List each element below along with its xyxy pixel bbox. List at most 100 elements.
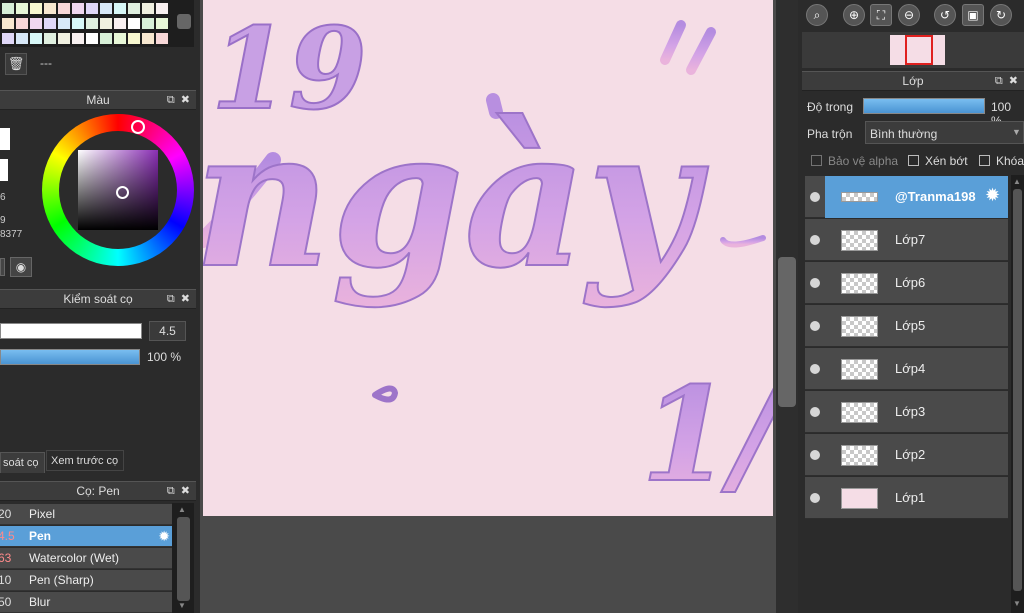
palette-swatch[interactable] bbox=[142, 18, 154, 29]
primary-color-swatch[interactable] bbox=[0, 128, 10, 150]
palette-swatch[interactable] bbox=[30, 18, 42, 29]
palette-swatch[interactable] bbox=[86, 33, 98, 44]
brush-list-scrollbar[interactable]: ▲ ▼ bbox=[172, 503, 194, 613]
color-handle[interactable] bbox=[116, 186, 129, 199]
palette-swatch[interactable] bbox=[44, 33, 56, 44]
palette-swatch[interactable] bbox=[86, 18, 98, 29]
layer-item[interactable]: Lớp7 bbox=[805, 219, 1008, 261]
palette-swatch[interactable] bbox=[156, 3, 168, 14]
layer-item[interactable]: Lớp4 bbox=[805, 348, 1008, 390]
visibility-icon[interactable] bbox=[810, 192, 820, 202]
close-icon[interactable]: ✖ bbox=[1009, 75, 1018, 87]
zoom-out-icon[interactable]: ⊖ bbox=[898, 4, 920, 26]
popout-icon[interactable]: ⧉ bbox=[167, 485, 175, 497]
palette-swatch[interactable] bbox=[16, 33, 28, 44]
palette-swatch[interactable] bbox=[16, 18, 28, 29]
brush-item-selected[interactable]: 4.5 Pen ✹ bbox=[0, 526, 172, 547]
palette-swatch[interactable] bbox=[58, 18, 70, 29]
palette-swatch[interactable] bbox=[30, 3, 42, 14]
eyedropper-button[interactable] bbox=[0, 258, 5, 276]
layer-list-scrollbar[interactable]: ▲ ▼ bbox=[1011, 175, 1024, 613]
zoom-fit-icon[interactable]: ⌕ bbox=[806, 4, 828, 26]
brush-item[interactable]: 63 Watercolor (Wet) bbox=[0, 548, 172, 569]
palette-swatch[interactable] bbox=[2, 18, 14, 29]
blend-mode-select[interactable]: Bình thường ▼ bbox=[865, 121, 1024, 144]
visibility-icon[interactable] bbox=[810, 450, 820, 460]
popout-icon[interactable]: ⧉ bbox=[995, 75, 1003, 87]
layer-item-selected[interactable]: @Tranma198 ✹ bbox=[805, 176, 1008, 218]
palette-scrollbar[interactable] bbox=[172, 0, 194, 47]
canvas-scrollbar[interactable] bbox=[776, 0, 798, 613]
color-wheel[interactable] bbox=[42, 114, 194, 266]
visibility-icon[interactable] bbox=[810, 235, 820, 245]
fit-screen-icon[interactable]: ⛶ bbox=[870, 4, 892, 26]
palette-swatch[interactable] bbox=[114, 33, 126, 44]
rotate-left-icon[interactable]: ↺ bbox=[934, 4, 956, 26]
protect-alpha-checkbox[interactable] bbox=[811, 155, 822, 166]
palette-swatch[interactable] bbox=[100, 18, 112, 29]
palette-swatch[interactable] bbox=[30, 33, 42, 44]
palette-swatch[interactable] bbox=[58, 3, 70, 14]
zoom-in-icon[interactable]: ⊕ bbox=[843, 4, 865, 26]
palette-swatch[interactable] bbox=[72, 3, 84, 14]
brush-item[interactable]: 20 Pixel bbox=[0, 504, 172, 525]
clipping-checkbox[interactable] bbox=[908, 155, 919, 166]
palette-swatch[interactable] bbox=[142, 33, 154, 44]
rotate-right-icon[interactable]: ↻ bbox=[990, 4, 1012, 26]
secondary-color-swatch[interactable] bbox=[0, 159, 8, 181]
popout-icon[interactable]: ⧉ bbox=[167, 94, 175, 106]
close-icon[interactable]: ✖ bbox=[181, 485, 190, 497]
color-palette[interactable] bbox=[0, 0, 172, 47]
trash-icon[interactable]: 🗑 bbox=[5, 53, 27, 75]
layer-item[interactable]: Lớp1 bbox=[805, 477, 1008, 519]
palette-swatch[interactable] bbox=[114, 3, 126, 14]
palette-swatch[interactable] bbox=[114, 18, 126, 29]
navigator-preview[interactable] bbox=[802, 32, 1024, 68]
layer-item[interactable]: Lớp5 bbox=[805, 305, 1008, 347]
brush-item[interactable]: 10 Pen (Sharp) bbox=[0, 570, 172, 591]
palette-swatch[interactable] bbox=[72, 18, 84, 29]
visibility-icon[interactable] bbox=[810, 407, 820, 417]
palette-swatch[interactable] bbox=[16, 3, 28, 14]
hue-handle[interactable] bbox=[131, 120, 145, 134]
reset-view-icon[interactable]: ▣ bbox=[962, 4, 984, 26]
visibility-icon[interactable] bbox=[810, 321, 820, 331]
layer-item[interactable]: Lớp3 bbox=[805, 391, 1008, 433]
brush-item[interactable]: 50 Blur bbox=[0, 592, 172, 613]
brush-opacity-slider[interactable] bbox=[0, 349, 140, 365]
visibility-icon[interactable] bbox=[810, 278, 820, 288]
settings-icon[interactable]: ✹ bbox=[985, 185, 1000, 206]
navigator-viewport-frame[interactable] bbox=[905, 35, 933, 65]
canvas[interactable]: 19 ngày 1/ bbox=[203, 0, 773, 516]
brush-size-slider[interactable] bbox=[0, 323, 142, 339]
tab-brush-control[interactable]: soát cọ bbox=[0, 452, 45, 473]
palette-swatch[interactable] bbox=[100, 33, 112, 44]
brush-size-value[interactable]: 4.5 bbox=[149, 321, 186, 341]
tab-brush-preview[interactable]: Xem trước cọ bbox=[46, 450, 124, 471]
palette-swatch[interactable] bbox=[72, 33, 84, 44]
layer-opacity-slider[interactable] bbox=[863, 98, 985, 114]
palette-swatch[interactable] bbox=[2, 33, 14, 44]
visibility-icon[interactable] bbox=[810, 364, 820, 374]
visibility-icon[interactable] bbox=[810, 493, 820, 503]
palette-icon[interactable]: ◉ bbox=[10, 257, 32, 277]
palette-swatch[interactable] bbox=[128, 18, 140, 29]
palette-swatch[interactable] bbox=[100, 3, 112, 14]
palette-swatch[interactable] bbox=[44, 18, 56, 29]
palette-swatch[interactable] bbox=[86, 3, 98, 14]
palette-swatch[interactable] bbox=[128, 33, 140, 44]
lock-checkbox[interactable] bbox=[979, 155, 990, 166]
palette-swatch[interactable] bbox=[156, 18, 168, 29]
settings-icon[interactable]: ✹ bbox=[158, 526, 170, 547]
palette-swatch[interactable] bbox=[128, 3, 140, 14]
close-icon[interactable]: ✖ bbox=[181, 293, 190, 305]
palette-swatch[interactable] bbox=[44, 3, 56, 14]
close-icon[interactable]: ✖ bbox=[181, 94, 190, 106]
layer-item[interactable]: Lớp6 bbox=[805, 262, 1008, 304]
palette-swatch[interactable] bbox=[58, 33, 70, 44]
popout-icon[interactable]: ⧉ bbox=[167, 293, 175, 305]
palette-swatch[interactable] bbox=[2, 3, 14, 14]
layer-item[interactable]: Lớp2 bbox=[805, 434, 1008, 476]
palette-swatch[interactable] bbox=[156, 33, 168, 44]
palette-swatch[interactable] bbox=[142, 3, 154, 14]
